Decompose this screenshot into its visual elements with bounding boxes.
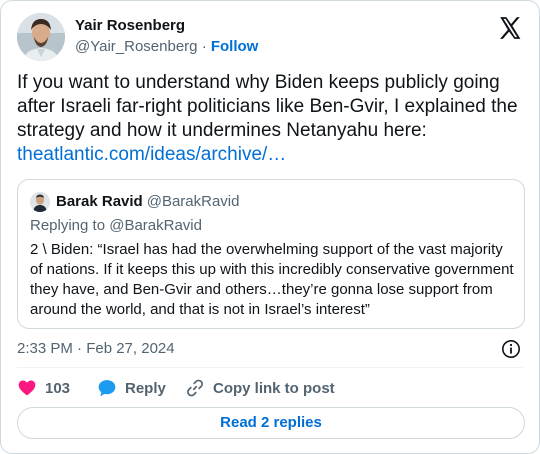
replying-to: Replying to @BarakRavid: [30, 217, 202, 234]
quoted-author-name: Barak Ravid: [56, 193, 143, 210]
copy-link-button[interactable]: Copy link to post: [185, 377, 335, 399]
quoted-author-handle: @BarakRavid: [146, 193, 240, 210]
reply-label: Reply: [125, 379, 166, 397]
post-header: Yair Rosenberg @Yair_Rosenberg · Follow: [17, 13, 525, 61]
embedded-post-card: Yair Rosenberg @Yair_Rosenberg · Follow …: [0, 0, 540, 454]
post-actions: 103 Reply Copy link to post: [17, 377, 525, 399]
speech-bubble-icon: [98, 380, 116, 397]
quoted-author-avatar: [30, 192, 50, 212]
divider: [17, 367, 523, 368]
like-count: 103: [45, 379, 71, 397]
copy-link-label: Copy link to post: [213, 379, 335, 397]
x-logo-icon[interactable]: [497, 15, 523, 41]
author-handle[interactable]: @Yair_Rosenberg: [75, 38, 198, 55]
follow-button[interactable]: Follow: [211, 38, 259, 55]
info-icon[interactable]: [501, 339, 521, 359]
link-chain-icon: [187, 379, 203, 397]
author-subline: @Yair_Rosenberg · Follow: [75, 37, 258, 57]
post-body: If you want to understand why Biden keep…: [17, 71, 529, 167]
author-avatar[interactable]: [17, 13, 65, 61]
reply-button[interactable]: Reply: [97, 377, 166, 399]
quoted-author-line: Barak Ravid @BarakRavid: [56, 192, 239, 212]
read-replies-button[interactable]: Read 2 replies: [17, 407, 525, 439]
heart-icon: [18, 380, 36, 396]
separator-dot: ·: [201, 38, 207, 55]
post-timestamp[interactable]: 2:33 PM · Feb 27, 2024: [17, 339, 175, 359]
author-name[interactable]: Yair Rosenberg: [75, 17, 258, 35]
quoted-post[interactable]: Barak Ravid @BarakRavid Replying to @Bara…: [17, 179, 525, 329]
post-text: If you want to understand why Biden keep…: [17, 72, 518, 141]
like-button[interactable]: 103: [17, 377, 70, 399]
quoted-post-text: 2 \ Biden: “Israel has had the overwhelm…: [30, 241, 514, 318]
article-link[interactable]: theatlantic.com/ideas/archive/…: [17, 144, 286, 165]
author-info: Yair Rosenberg @Yair_Rosenberg · Follow: [75, 17, 258, 57]
